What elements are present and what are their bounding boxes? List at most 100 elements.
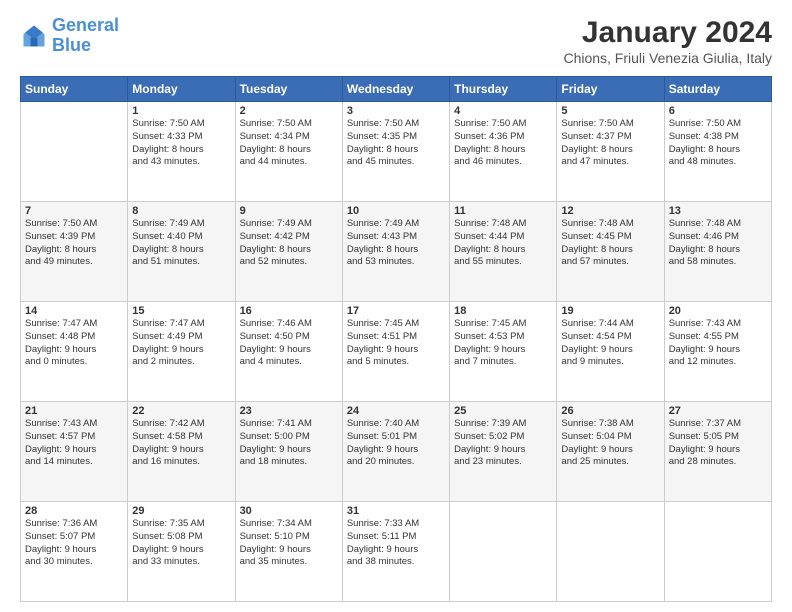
day-number: 2: [240, 105, 338, 117]
day-number: 18: [454, 305, 552, 317]
calendar-cell: 5Sunrise: 7:50 AMSunset: 4:37 PMDaylight…: [557, 102, 664, 202]
day-info: Sunrise: 7:35 AMSunset: 5:08 PMDaylight:…: [132, 518, 230, 569]
calendar-cell: 26Sunrise: 7:38 AMSunset: 5:04 PMDayligh…: [557, 402, 664, 502]
calendar-cell: 13Sunrise: 7:48 AMSunset: 4:46 PMDayligh…: [664, 202, 771, 302]
calendar-cell: 1Sunrise: 7:50 AMSunset: 4:33 PMDaylight…: [128, 102, 235, 202]
day-info: Sunrise: 7:43 AMSunset: 4:57 PMDaylight:…: [25, 418, 123, 469]
day-info: Sunrise: 7:45 AMSunset: 4:53 PMDaylight:…: [454, 318, 552, 369]
day-number: 1: [132, 105, 230, 117]
calendar-cell: 22Sunrise: 7:42 AMSunset: 4:58 PMDayligh…: [128, 402, 235, 502]
calendar-cell: 20Sunrise: 7:43 AMSunset: 4:55 PMDayligh…: [664, 302, 771, 402]
day-info: Sunrise: 7:44 AMSunset: 4:54 PMDaylight:…: [561, 318, 659, 369]
day-number: 16: [240, 305, 338, 317]
calendar-cell: 15Sunrise: 7:47 AMSunset: 4:49 PMDayligh…: [128, 302, 235, 402]
day-number: 28: [25, 505, 123, 517]
day-info: Sunrise: 7:37 AMSunset: 5:05 PMDaylight:…: [669, 418, 767, 469]
calendar-cell: 19Sunrise: 7:44 AMSunset: 4:54 PMDayligh…: [557, 302, 664, 402]
calendar-cell: 21Sunrise: 7:43 AMSunset: 4:57 PMDayligh…: [21, 402, 128, 502]
day-number: 7: [25, 205, 123, 217]
day-number: 25: [454, 405, 552, 417]
day-number: 11: [454, 205, 552, 217]
page: General Blue January 2024 Chions, Friuli…: [0, 0, 792, 612]
weekday-sunday: Sunday: [21, 77, 128, 102]
calendar-cell: 12Sunrise: 7:48 AMSunset: 4:45 PMDayligh…: [557, 202, 664, 302]
calendar-cell: 7Sunrise: 7:50 AMSunset: 4:39 PMDaylight…: [21, 202, 128, 302]
day-number: 23: [240, 405, 338, 417]
day-number: 21: [25, 405, 123, 417]
day-info: Sunrise: 7:36 AMSunset: 5:07 PMDaylight:…: [25, 518, 123, 569]
day-info: Sunrise: 7:49 AMSunset: 4:40 PMDaylight:…: [132, 218, 230, 269]
logo-blue: Blue: [52, 35, 91, 55]
weekday-wednesday: Wednesday: [342, 77, 449, 102]
calendar-cell: [450, 502, 557, 602]
weekday-thursday: Thursday: [450, 77, 557, 102]
day-info: Sunrise: 7:50 AMSunset: 4:39 PMDaylight:…: [25, 218, 123, 269]
calendar-cell: 10Sunrise: 7:49 AMSunset: 4:43 PMDayligh…: [342, 202, 449, 302]
day-number: 9: [240, 205, 338, 217]
day-info: Sunrise: 7:34 AMSunset: 5:10 PMDaylight:…: [240, 518, 338, 569]
calendar-cell: [557, 502, 664, 602]
day-number: 6: [669, 105, 767, 117]
day-number: 30: [240, 505, 338, 517]
calendar-cell: 11Sunrise: 7:48 AMSunset: 4:44 PMDayligh…: [450, 202, 557, 302]
calendar-row-2: 14Sunrise: 7:47 AMSunset: 4:48 PMDayligh…: [21, 302, 772, 402]
title-area: January 2024 Chions, Friuli Venezia Giul…: [563, 16, 772, 66]
day-number: 19: [561, 305, 659, 317]
calendar-cell: 14Sunrise: 7:47 AMSunset: 4:48 PMDayligh…: [21, 302, 128, 402]
day-number: 26: [561, 405, 659, 417]
day-info: Sunrise: 7:50 AMSunset: 4:33 PMDaylight:…: [132, 118, 230, 169]
day-info: Sunrise: 7:46 AMSunset: 4:50 PMDaylight:…: [240, 318, 338, 369]
weekday-header-row: SundayMondayTuesdayWednesdayThursdayFrid…: [21, 77, 772, 102]
day-number: 24: [347, 405, 445, 417]
day-info: Sunrise: 7:45 AMSunset: 4:51 PMDaylight:…: [347, 318, 445, 369]
day-info: Sunrise: 7:38 AMSunset: 5:04 PMDaylight:…: [561, 418, 659, 469]
calendar-cell: 9Sunrise: 7:49 AMSunset: 4:42 PMDaylight…: [235, 202, 342, 302]
logo-icon: [20, 22, 48, 50]
day-info: Sunrise: 7:47 AMSunset: 4:48 PMDaylight:…: [25, 318, 123, 369]
calendar-cell: 24Sunrise: 7:40 AMSunset: 5:01 PMDayligh…: [342, 402, 449, 502]
day-info: Sunrise: 7:41 AMSunset: 5:00 PMDaylight:…: [240, 418, 338, 469]
day-number: 17: [347, 305, 445, 317]
day-info: Sunrise: 7:50 AMSunset: 4:38 PMDaylight:…: [669, 118, 767, 169]
calendar-cell: [21, 102, 128, 202]
weekday-tuesday: Tuesday: [235, 77, 342, 102]
logo: General Blue: [20, 16, 119, 56]
day-info: Sunrise: 7:50 AMSunset: 4:37 PMDaylight:…: [561, 118, 659, 169]
day-number: 29: [132, 505, 230, 517]
calendar-cell: 16Sunrise: 7:46 AMSunset: 4:50 PMDayligh…: [235, 302, 342, 402]
day-info: Sunrise: 7:48 AMSunset: 4:44 PMDaylight:…: [454, 218, 552, 269]
calendar-row-4: 28Sunrise: 7:36 AMSunset: 5:07 PMDayligh…: [21, 502, 772, 602]
logo-text: General Blue: [52, 16, 119, 56]
logo-general: General: [52, 15, 119, 35]
day-info: Sunrise: 7:39 AMSunset: 5:02 PMDaylight:…: [454, 418, 552, 469]
calendar-row-1: 7Sunrise: 7:50 AMSunset: 4:39 PMDaylight…: [21, 202, 772, 302]
day-info: Sunrise: 7:48 AMSunset: 4:45 PMDaylight:…: [561, 218, 659, 269]
day-number: 4: [454, 105, 552, 117]
day-number: 5: [561, 105, 659, 117]
calendar-cell: 4Sunrise: 7:50 AMSunset: 4:36 PMDaylight…: [450, 102, 557, 202]
calendar-row-3: 21Sunrise: 7:43 AMSunset: 4:57 PMDayligh…: [21, 402, 772, 502]
day-info: Sunrise: 7:40 AMSunset: 5:01 PMDaylight:…: [347, 418, 445, 469]
day-info: Sunrise: 7:42 AMSunset: 4:58 PMDaylight:…: [132, 418, 230, 469]
day-number: 13: [669, 205, 767, 217]
calendar-cell: 6Sunrise: 7:50 AMSunset: 4:38 PMDaylight…: [664, 102, 771, 202]
calendar-cell: 2Sunrise: 7:50 AMSunset: 4:34 PMDaylight…: [235, 102, 342, 202]
calendar-cell: 18Sunrise: 7:45 AMSunset: 4:53 PMDayligh…: [450, 302, 557, 402]
day-number: 10: [347, 205, 445, 217]
calendar-cell: 25Sunrise: 7:39 AMSunset: 5:02 PMDayligh…: [450, 402, 557, 502]
calendar-cell: 23Sunrise: 7:41 AMSunset: 5:00 PMDayligh…: [235, 402, 342, 502]
day-info: Sunrise: 7:33 AMSunset: 5:11 PMDaylight:…: [347, 518, 445, 569]
calendar-cell: 3Sunrise: 7:50 AMSunset: 4:35 PMDaylight…: [342, 102, 449, 202]
calendar-cell: 31Sunrise: 7:33 AMSunset: 5:11 PMDayligh…: [342, 502, 449, 602]
weekday-friday: Friday: [557, 77, 664, 102]
day-info: Sunrise: 7:48 AMSunset: 4:46 PMDaylight:…: [669, 218, 767, 269]
calendar-cell: 29Sunrise: 7:35 AMSunset: 5:08 PMDayligh…: [128, 502, 235, 602]
day-number: 15: [132, 305, 230, 317]
day-info: Sunrise: 7:50 AMSunset: 4:34 PMDaylight:…: [240, 118, 338, 169]
day-info: Sunrise: 7:49 AMSunset: 4:42 PMDaylight:…: [240, 218, 338, 269]
day-info: Sunrise: 7:47 AMSunset: 4:49 PMDaylight:…: [132, 318, 230, 369]
day-number: 3: [347, 105, 445, 117]
day-info: Sunrise: 7:50 AMSunset: 4:36 PMDaylight:…: [454, 118, 552, 169]
day-info: Sunrise: 7:50 AMSunset: 4:35 PMDaylight:…: [347, 118, 445, 169]
calendar-table: SundayMondayTuesdayWednesdayThursdayFrid…: [20, 76, 772, 602]
